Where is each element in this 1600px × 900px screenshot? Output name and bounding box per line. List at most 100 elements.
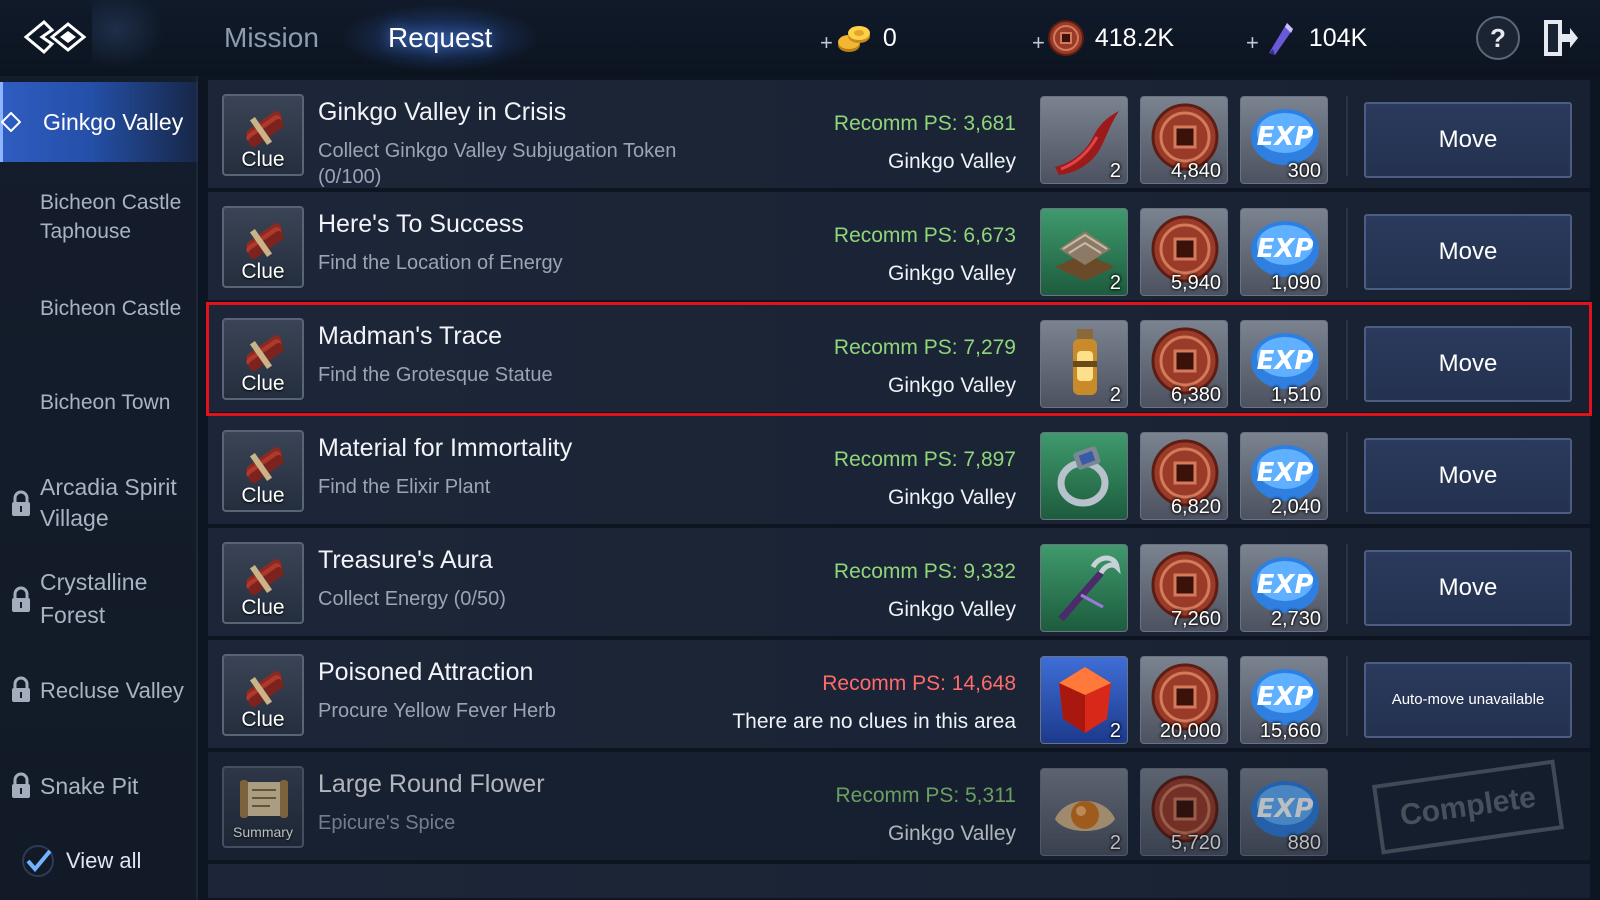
clue-badge[interactable]: Clue: [222, 94, 304, 176]
reward-coin[interactable]: 6,820: [1140, 432, 1228, 520]
move-button[interactable]: Move: [1364, 214, 1572, 290]
reward-quantity: 880: [1287, 832, 1321, 854]
sidebar-item-crystalline-forest[interactable]: Crystalline Forest: [0, 566, 198, 632]
add-crystal-button[interactable]: +: [1246, 30, 1259, 56]
coin-currency: + 418.2K: [1032, 16, 1174, 60]
clue-label: Clue: [241, 148, 285, 171]
auto-move-unavailable-button[interactable]: Auto-move unavailable: [1364, 662, 1572, 738]
svg-text:EXP: EXP: [1257, 346, 1314, 376]
sidebar-item-label: Arcadia Spirit Village: [40, 474, 177, 531]
sidebar-item-label: Bicheon Castle: [40, 297, 182, 320]
view-all-toggle[interactable]: View all: [20, 843, 141, 879]
divider: [1346, 96, 1348, 176]
sidebar-item-label: Recluse Valley: [40, 678, 184, 703]
reward-coin[interactable]: 5,720: [1140, 768, 1228, 856]
reward-quantity: 2,730: [1270, 608, 1321, 630]
reward-item[interactable]: 2: [1040, 320, 1128, 408]
quest-row[interactable]: Clue Here's To Success Find the Location…: [208, 192, 1590, 302]
crystal-currency: + 104K: [1246, 16, 1367, 60]
reward-exp[interactable]: EXP 1,090: [1240, 208, 1328, 296]
reward-item[interactable]: [1040, 432, 1128, 520]
reward-coin[interactable]: 5,940: [1140, 208, 1228, 296]
sidebar-item-recluse-valley[interactable]: Recluse Valley: [0, 676, 198, 705]
reward-exp[interactable]: EXP 15,660: [1240, 656, 1328, 744]
reward-exp[interactable]: EXP 880: [1240, 768, 1328, 856]
reward-exp[interactable]: EXP 1,510: [1240, 320, 1328, 408]
clue-label: Clue: [241, 484, 285, 507]
reward-exp[interactable]: EXP 2,730: [1240, 544, 1328, 632]
scroll-document-icon: [240, 780, 288, 818]
add-gold-button[interactable]: +: [820, 30, 833, 56]
clue-badge[interactable]: Clue: [222, 430, 304, 512]
reward-item[interactable]: 2: [1040, 208, 1128, 296]
quest-row[interactable]: Clue Ginkgo Valley in Crisis Collect Gin…: [208, 80, 1590, 190]
sidebar-item-ginkgo-valley[interactable]: Ginkgo Valley: [0, 82, 198, 162]
reward-quantity: 300: [1287, 160, 1321, 182]
quest-row[interactable]: Clue Poisoned Attraction Procure Yellow …: [208, 640, 1590, 750]
reward-coin[interactable]: 7,260: [1140, 544, 1228, 632]
clue-badge[interactable]: Clue: [222, 206, 304, 288]
reward-item[interactable]: [1040, 544, 1128, 632]
move-button[interactable]: Move: [1364, 102, 1572, 178]
clue-badge[interactable]: Clue: [222, 318, 304, 400]
quest-area: Ginkgo Valley: [887, 262, 1016, 285]
tab-mission[interactable]: Mission: [216, 18, 327, 58]
clue-badge[interactable]: Clue: [222, 542, 304, 624]
svg-text:EXP: EXP: [1257, 794, 1314, 824]
sidebar-item-bicheon-castle-taphouse[interactable]: Bicheon Castle Taphouse: [0, 188, 198, 246]
reward-exp[interactable]: EXP 2,040: [1240, 432, 1328, 520]
swirl-decoration: [92, 0, 172, 76]
add-coin-button[interactable]: +: [1032, 30, 1045, 56]
exit-icon[interactable]: [1540, 16, 1580, 60]
bronze-coin-icon: [1047, 20, 1084, 56]
svg-text:EXP: EXP: [1257, 458, 1314, 488]
sidebar-item-bicheon-town[interactable]: Bicheon Town: [0, 388, 198, 417]
svg-text:EXP: EXP: [1257, 122, 1314, 152]
sidebar-item-snake-pit[interactable]: Snake Pit: [0, 772, 198, 801]
sidebar-item-arcadia-spirit-village[interactable]: Arcadia Spirit Village: [0, 472, 198, 534]
summary-badge[interactable]: Summary: [222, 766, 304, 848]
quest-title: Madman's Trace: [318, 322, 503, 350]
reward-exp[interactable]: EXP 300: [1240, 96, 1328, 184]
gold-coins-icon: [837, 26, 870, 52]
quest-row[interactable]: Clue Material for Immortality Find the E…: [208, 416, 1590, 526]
quest-area: There are no clues in this area: [732, 710, 1016, 733]
move-button[interactable]: Move: [1364, 438, 1572, 514]
help-button[interactable]: ?: [1476, 16, 1520, 60]
recommended-ps: Recomm PS: 5,311: [835, 784, 1016, 807]
reward-coin[interactable]: 6,380: [1140, 320, 1228, 408]
clue-label: Clue: [241, 708, 285, 731]
back-arrow-icon[interactable]: [22, 14, 94, 60]
quest-title: Here's To Success: [318, 210, 524, 238]
quest-area: Ginkgo Valley: [887, 822, 1016, 845]
summary-label: Summary: [233, 824, 293, 840]
gold-currency: + 0: [820, 16, 897, 60]
reward-quantity: 2,040: [1270, 496, 1321, 518]
move-button[interactable]: Move: [1364, 326, 1572, 402]
tab-request[interactable]: Request: [380, 18, 500, 58]
reward-quantity: 5,940: [1170, 272, 1221, 294]
reward-coin[interactable]: 4,840: [1140, 96, 1228, 184]
quest-description: Find the Elixir Plant: [318, 476, 491, 498]
quest-row-completed[interactable]: Summary Large Round Flower Epicure's Spi…: [208, 752, 1590, 862]
reward-item[interactable]: 2: [1040, 656, 1128, 744]
recommended-ps: Recomm PS: 14,648: [822, 672, 1016, 695]
scroll-bundle-icon: [246, 223, 284, 259]
reward-item[interactable]: 2: [1040, 96, 1128, 184]
move-button[interactable]: Move: [1364, 550, 1572, 626]
reward-quantity: 2: [1109, 720, 1121, 742]
scroll-bundle-icon: [246, 447, 284, 483]
quest-row[interactable]: Clue Treasure's Aura Collect Energy (0/5…: [208, 528, 1590, 638]
quest-row-selected[interactable]: Clue Madman's Trace Find the Grotesque S…: [206, 302, 1592, 416]
quest-row-partial[interactable]: [208, 864, 1590, 900]
sidebar-item-label: Bicheon Town: [40, 391, 171, 414]
sidebar-item-bicheon-castle[interactable]: Bicheon Castle: [0, 294, 198, 323]
scroll-bundle-icon: [246, 111, 284, 147]
reward-coin[interactable]: 20,000: [1140, 656, 1228, 744]
reward-item[interactable]: 2: [1040, 768, 1128, 856]
divider: [1346, 208, 1348, 288]
quest-description: Collect Energy (0/50): [318, 588, 506, 610]
divider: [1346, 432, 1348, 512]
clue-badge[interactable]: Clue: [222, 654, 304, 736]
recommended-ps: Recomm PS: 9,332: [833, 560, 1016, 583]
